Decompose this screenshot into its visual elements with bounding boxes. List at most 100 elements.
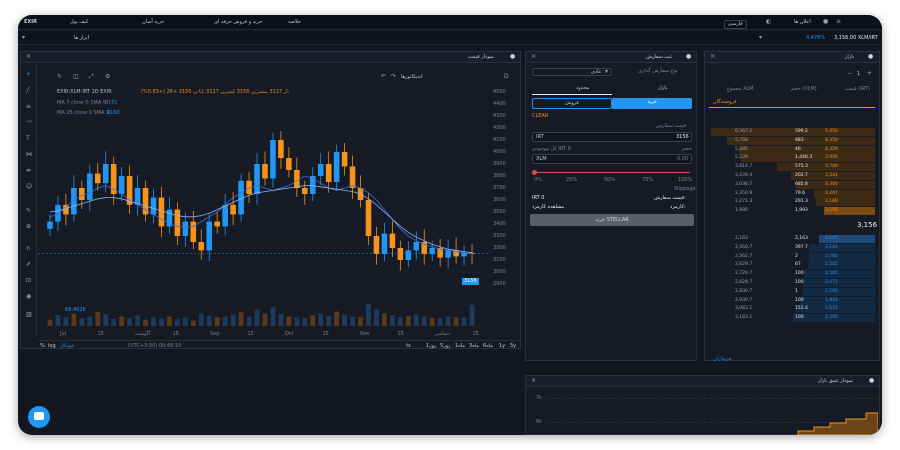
- scale-log[interactable]: log: [48, 344, 56, 349]
- range-1d[interactable]: 1روز: [426, 344, 436, 349]
- order-type-select[interactable]: عادی ▾: [532, 68, 612, 76]
- slider-mark-25[interactable]: 25%: [566, 178, 577, 183]
- timezone-clock[interactable]: (UTC+3:30) 09:49:19: [128, 344, 181, 349]
- slider-mark-75[interactable]: 75%: [642, 178, 653, 183]
- ask-row[interactable]: 3,189 291.3 2,271.3: [705, 198, 879, 207]
- clear-button[interactable]: CLEAR: [532, 114, 548, 119]
- lock-icon[interactable]: ⊡: [26, 278, 31, 284]
- ask-row[interactable]: 3,900 1,446.3 5,239: [705, 154, 879, 163]
- amount-slider-track[interactable]: [534, 172, 690, 173]
- bid-row[interactable]: 1,843 100 2,930.7: [705, 296, 879, 305]
- volume-bar: [390, 315, 395, 326]
- bid-row[interactable]: 2,780 2 2,562.7: [705, 252, 879, 261]
- brush-icon[interactable]: 〰: [26, 120, 32, 126]
- measure-icon[interactable]: ⇹: [26, 168, 31, 174]
- range-1y[interactable]: 1y: [499, 344, 505, 349]
- slider-mark-100[interactable]: 100%: [678, 178, 692, 183]
- range-5y[interactable]: 5y: [510, 344, 516, 349]
- settings-icon[interactable]: ⚙: [105, 74, 110, 80]
- range-6m[interactable]: 6ماه: [483, 344, 493, 349]
- theme-toggle-icon[interactable]: ◐: [766, 19, 771, 25]
- amount-input[interactable]: XLM 0.00: [532, 154, 692, 164]
- chevron-down-icon[interactable]: ▾: [22, 35, 25, 41]
- panel-dot-icon: ●: [510, 53, 516, 60]
- camera-icon[interactable]: ◫: [73, 74, 79, 80]
- close-icon[interactable]: ×: [531, 54, 536, 60]
- price-axis[interactable]: 4500 4400 4300 4200 4100 4000 3900 3800 3700 3600…: [489, 82, 521, 334]
- notifications-link[interactable]: اعلان ها: [794, 20, 811, 25]
- ask-row[interactable]: 3,700 575.3 3,814.7: [705, 163, 879, 172]
- close-icon[interactable]: ×: [710, 54, 715, 60]
- trash-icon[interactable]: ▥: [26, 312, 32, 318]
- ask-row[interactable]: 3,300 685.8 3,036.7: [705, 180, 879, 189]
- bid-row[interactable]: 1,200 100 3,183.1: [705, 314, 879, 323]
- logo[interactable]: EXIR: [24, 20, 37, 25]
- nav-wallet[interactable]: کیف پول: [70, 20, 88, 25]
- interval-icon[interactable]: D: [504, 74, 509, 80]
- tab-market[interactable]: بازار: [658, 86, 667, 91]
- sell-toggle[interactable]: فروش: [532, 98, 612, 109]
- depth-ask-area[interactable]: [796, 411, 878, 435]
- menu-icon[interactable]: ≡: [836, 19, 841, 25]
- slider-mark-50[interactable]: 50%: [604, 178, 615, 183]
- trendline-icon[interactable]: ╱: [26, 88, 30, 94]
- time-axis[interactable]: Jul 15 آگوست 15 Sep 15 Oct 15 Nov 15 دسامبر 15: [38, 331, 488, 339]
- ask-row[interactable]: 5,450 599.2 6,367.2: [705, 128, 879, 136]
- ask-row[interactable]: 4,350 483 5,768: [705, 136, 879, 145]
- buy-toggle[interactable]: خرید: [612, 98, 692, 109]
- amount-slider-handle[interactable]: [532, 170, 537, 175]
- bid-row[interactable]: 2,471 100 2,829.7: [705, 279, 879, 287]
- ask-row[interactable]: 3,156 1,993 1,980: [705, 207, 879, 216]
- bid-row[interactable]: 2,501 100 2,729.7: [705, 270, 879, 279]
- range-5d[interactable]: 5روز: [440, 344, 450, 349]
- candlestick-chart[interactable]: [38, 82, 488, 334]
- ask-row[interactable]: 3,541 202.7 3,239.4: [705, 172, 879, 180]
- close-icon[interactable]: ×: [26, 54, 31, 60]
- slider-mark-0[interactable]: 0%: [534, 178, 542, 183]
- language-selector[interactable]: فارسی: [724, 20, 747, 29]
- undo-icon[interactable]: ↶: [381, 74, 386, 80]
- chat-button[interactable]: [28, 406, 50, 428]
- bid-row[interactable]: 1,616 152.4 3,083.1: [705, 305, 879, 314]
- scale-percent[interactable]: %: [40, 344, 45, 349]
- bid-row[interactable]: 2,502 67 2,629.7: [705, 261, 879, 270]
- pattern-icon[interactable]: ⋈: [26, 152, 32, 158]
- nav-easy-buy[interactable]: خرید آسان: [142, 20, 164, 25]
- user-icon[interactable]: ●: [823, 19, 828, 25]
- ruler-icon[interactable]: ✎: [26, 208, 31, 214]
- crosshair-icon[interactable]: +: [26, 72, 31, 78]
- nav-pro-trade[interactable]: خرید و فروش حرفه ای: [214, 20, 263, 25]
- text-icon[interactable]: T: [26, 136, 30, 142]
- nav-summary[interactable]: خلاصه: [288, 20, 301, 25]
- x-tick-label: 15: [97, 331, 104, 337]
- stay-drawing-icon[interactable]: ✐: [26, 262, 31, 268]
- bid-row[interactable]: 3,145 2,163 2,163: [705, 235, 879, 243]
- fullscreen-icon[interactable]: ⤢: [89, 74, 94, 80]
- submit-buy-button[interactable]: خرید STELLAR: [530, 214, 694, 226]
- pair-dropdown-icon[interactable]: ▾: [759, 35, 762, 41]
- bid-row[interactable]: 3,141 397.7 2,560.7: [705, 243, 879, 252]
- indicators-button[interactable]: اندیکاتورها: [401, 75, 423, 80]
- amount-cell: 100: [795, 280, 804, 285]
- eye-icon[interactable]: ◉: [26, 294, 31, 300]
- tab-limit[interactable]: محدود: [576, 86, 589, 91]
- scale-auto[interactable]: خودکار: [60, 344, 74, 349]
- magnet-icon[interactable]: ∩: [26, 246, 30, 252]
- tools-menu[interactable]: ابزار ها: [74, 36, 89, 41]
- ask-row[interactable]: 3,247 79.6 2,350.9: [705, 189, 879, 198]
- precision-down-icon[interactable]: −: [847, 71, 852, 77]
- bid-row[interactable]: 2,200 1 2,830.7: [705, 287, 879, 296]
- emoji-icon[interactable]: ☺: [26, 184, 32, 190]
- fib-icon[interactable]: ≡: [26, 104, 31, 110]
- range-1m[interactable]: 1ماه: [455, 344, 465, 349]
- precision-up-icon[interactable]: +: [867, 71, 872, 77]
- edit-icon[interactable]: ✎: [57, 74, 62, 80]
- goto-date-icon[interactable]: ⇆: [406, 343, 411, 349]
- ask-row[interactable]: 4,329 46 5,285: [705, 145, 879, 154]
- range-3m[interactable]: 3ماه: [469, 344, 479, 349]
- close-icon[interactable]: ×: [531, 378, 536, 384]
- zoom-icon[interactable]: ⊕: [26, 224, 31, 230]
- price-input[interactable]: IRT 3156: [532, 132, 692, 142]
- fee-link[interactable]: مشاهده کارمزد: [532, 205, 564, 210]
- redo-icon[interactable]: ↷: [391, 74, 396, 80]
